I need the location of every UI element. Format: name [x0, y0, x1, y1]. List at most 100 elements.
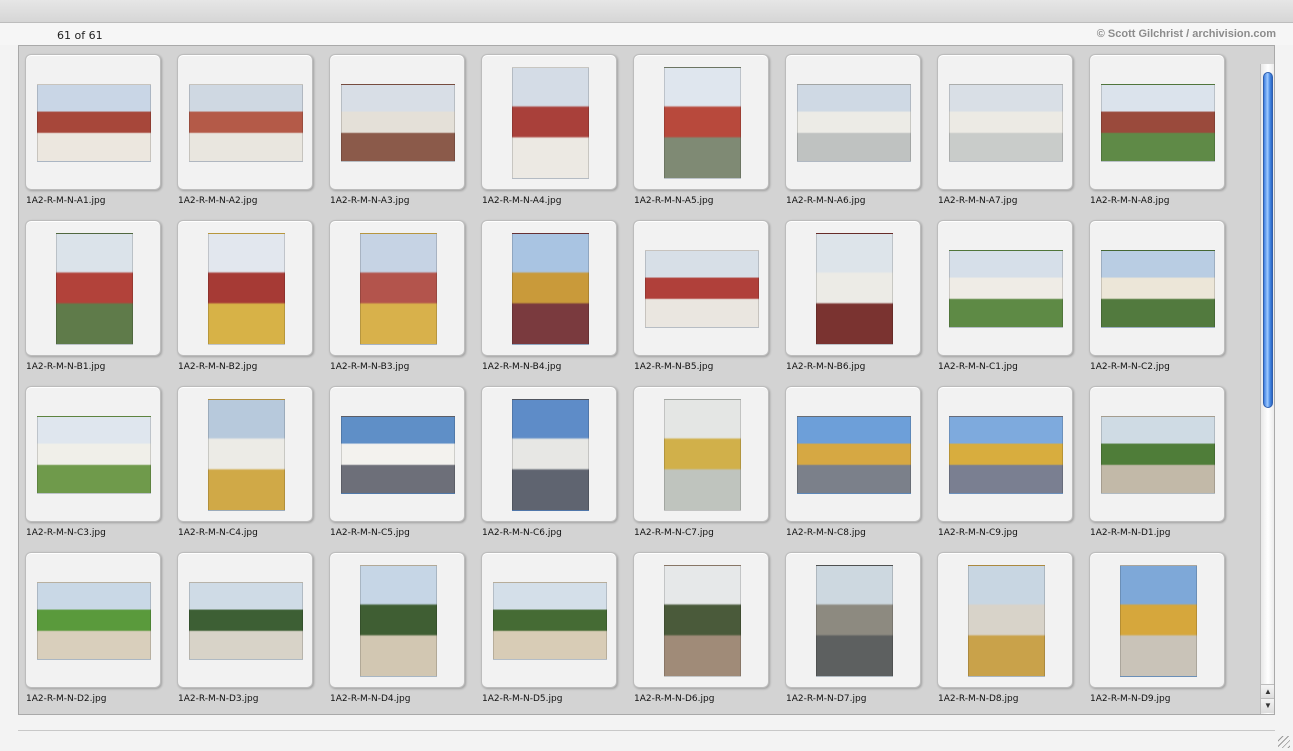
thumbnail-tile[interactable]: 1A2-R-M-N-D7.jpg: [779, 544, 921, 708]
thumbnail-image[interactable]: [1101, 416, 1215, 494]
thumbnail-tile[interactable]: 1A2-R-M-N-C2.jpg: [1083, 212, 1225, 376]
slide-mount[interactable]: [785, 54, 921, 190]
thumbnail-tile[interactable]: 1A2-R-M-N-A5.jpg: [627, 46, 769, 210]
slide-mount[interactable]: [1089, 220, 1225, 356]
thumbnail-tile[interactable]: 1A2-R-M-N-A3.jpg: [323, 46, 465, 210]
slide-mount[interactable]: [785, 386, 921, 522]
thumbnail-tile[interactable]: 1A2-R-M-N-D9.jpg: [1083, 544, 1225, 708]
thumbnail-tile[interactable]: 1A2-R-M-N-C6.jpg: [475, 378, 617, 542]
slide-mount[interactable]: [937, 54, 1073, 190]
thumbnail-tile[interactable]: 1A2-R-M-N-D4.jpg: [323, 544, 465, 708]
thumbnail-tile[interactable]: 1A2-R-M-N-B6.jpg: [779, 212, 921, 376]
slide-mount[interactable]: [329, 386, 465, 522]
thumbnail-tile[interactable]: 1A2-R-M-N-B1.jpg: [19, 212, 161, 376]
slide-mount[interactable]: [1089, 386, 1225, 522]
thumbnail-tile[interactable]: 1A2-R-M-N-D3.jpg: [171, 544, 313, 708]
slide-mount[interactable]: [633, 54, 769, 190]
slide-mount[interactable]: [937, 220, 1073, 356]
slide-mount[interactable]: [177, 220, 313, 356]
slide-mount[interactable]: [937, 552, 1073, 688]
thumbnail-tile[interactable]: 1A2-R-M-N-D5.jpg: [475, 544, 617, 708]
slide-mount[interactable]: [481, 552, 617, 688]
thumbnail-image[interactable]: [37, 416, 151, 494]
slide-mount[interactable]: [481, 54, 617, 190]
thumbnail-image[interactable]: [511, 67, 589, 179]
slide-mount[interactable]: [25, 54, 161, 190]
thumbnail-tile[interactable]: 1A2-R-M-N-C9.jpg: [931, 378, 1073, 542]
thumbnail-image[interactable]: [967, 565, 1045, 677]
thumbnail-image[interactable]: [949, 416, 1063, 494]
scroll-up-arrow[interactable]: ▲: [1261, 684, 1274, 699]
thumbnail-image[interactable]: [189, 84, 303, 162]
slide-mount[interactable]: [177, 54, 313, 190]
thumbnail-image[interactable]: [359, 233, 437, 345]
slide-mount[interactable]: [633, 552, 769, 688]
thumbnail-image[interactable]: [207, 233, 285, 345]
thumbnail-image[interactable]: [37, 582, 151, 660]
thumbnail-tile[interactable]: 1A2-R-M-N-C7.jpg: [627, 378, 769, 542]
thumbnail-tile[interactable]: 1A2-R-M-N-D2.jpg: [19, 544, 161, 708]
thumbnail-image[interactable]: [55, 233, 133, 345]
thumbnail-tile[interactable]: 1A2-R-M-N-C1.jpg: [931, 212, 1073, 376]
thumbnail-tile[interactable]: 1A2-R-M-N-A4.jpg: [475, 46, 617, 210]
slide-mount[interactable]: [937, 386, 1073, 522]
vertical-scrollbar[interactable]: ▲ ▼: [1260, 64, 1274, 714]
thumbnail-image[interactable]: [1101, 250, 1215, 328]
slide-mount[interactable]: [329, 552, 465, 688]
thumbnail-image[interactable]: [815, 565, 893, 677]
thumbnail-tile[interactable]: 1A2-R-M-N-B5.jpg: [627, 212, 769, 376]
thumbnail-image[interactable]: [645, 250, 759, 328]
slide-mount[interactable]: [481, 386, 617, 522]
thumbnail-tile[interactable]: 1A2-R-M-N-B2.jpg: [171, 212, 313, 376]
thumbnail-image[interactable]: [797, 84, 911, 162]
thumbnail-image[interactable]: [493, 582, 607, 660]
thumbnail-tile[interactable]: 1A2-R-M-N-C8.jpg: [779, 378, 921, 542]
thumbnail-tile[interactable]: 1A2-R-M-N-B4.jpg: [475, 212, 617, 376]
slide-mount[interactable]: [481, 220, 617, 356]
thumbnail-tile[interactable]: 1A2-R-M-N-B3.jpg: [323, 212, 465, 376]
slide-mount[interactable]: [633, 386, 769, 522]
thumbnail-image[interactable]: [207, 399, 285, 511]
slide-mount[interactable]: [25, 552, 161, 688]
thumbnail-image[interactable]: [815, 233, 893, 345]
thumbnail-tile[interactable]: 1A2-R-M-N-D8.jpg: [931, 544, 1073, 708]
thumbnail-image[interactable]: [37, 84, 151, 162]
thumbnail-image[interactable]: [511, 399, 589, 511]
thumbnail-image[interactable]: [1119, 565, 1197, 677]
slide-mount[interactable]: [785, 552, 921, 688]
slide-mount[interactable]: [633, 220, 769, 356]
thumbnail-tile[interactable]: 1A2-R-M-N-A6.jpg: [779, 46, 921, 210]
resize-grip-icon[interactable]: [1278, 736, 1290, 748]
slide-mount[interactable]: [329, 54, 465, 190]
thumbnail-tile[interactable]: 1A2-R-M-N-A7.jpg: [931, 46, 1073, 210]
thumbnail-image[interactable]: [663, 399, 741, 511]
thumbnail-image[interactable]: [949, 84, 1063, 162]
slide-mount[interactable]: [177, 386, 313, 522]
slide-mount[interactable]: [25, 386, 161, 522]
scroll-down-arrow[interactable]: ▼: [1261, 698, 1274, 713]
thumbnail-image[interactable]: [797, 416, 911, 494]
thumbnail-tile[interactable]: 1A2-R-M-N-C5.jpg: [323, 378, 465, 542]
thumbnail-image[interactable]: [511, 233, 589, 345]
thumbnail-image[interactable]: [663, 565, 741, 677]
scrollbar-thumb[interactable]: [1263, 72, 1273, 408]
slide-mount[interactable]: [785, 220, 921, 356]
thumbnail-tile[interactable]: 1A2-R-M-N-A2.jpg: [171, 46, 313, 210]
thumbnail-image[interactable]: [1101, 84, 1215, 162]
thumbnail-image[interactable]: [359, 565, 437, 677]
thumbnail-image[interactable]: [341, 84, 455, 162]
thumbnail-tile[interactable]: 1A2-R-M-N-A1.jpg: [19, 46, 161, 210]
slide-mount[interactable]: [25, 220, 161, 356]
thumbnail-image[interactable]: [949, 250, 1063, 328]
slide-mount[interactable]: [1089, 552, 1225, 688]
thumbnail-tile[interactable]: 1A2-R-M-N-D1.jpg: [1083, 378, 1225, 542]
thumbnail-tile[interactable]: 1A2-R-M-N-C4.jpg: [171, 378, 313, 542]
thumbnail-tile[interactable]: 1A2-R-M-N-C3.jpg: [19, 378, 161, 542]
thumbnail-tile[interactable]: 1A2-R-M-N-D6.jpg: [627, 544, 769, 708]
slide-mount[interactable]: [177, 552, 313, 688]
slide-mount[interactable]: [1089, 54, 1225, 190]
thumbnail-image[interactable]: [189, 582, 303, 660]
thumbnail-image[interactable]: [663, 67, 741, 179]
thumbnail-image[interactable]: [341, 416, 455, 494]
thumbnail-tile[interactable]: 1A2-R-M-N-A8.jpg: [1083, 46, 1225, 210]
